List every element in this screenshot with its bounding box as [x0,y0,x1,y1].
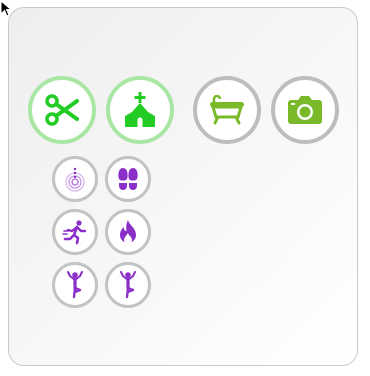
scissors-button[interactable] [28,76,96,144]
icon-picker-panel [8,7,358,366]
footprints-button[interactable] [105,156,151,202]
bathtub-icon [210,95,244,125]
yoga-pose-icon [120,271,136,299]
bathtub-button[interactable] [193,76,261,144]
church-icon [125,92,155,127]
camera-icon [288,96,322,124]
yoga-pose-icon [67,271,83,299]
scissors-icon [45,94,79,126]
footprints-icon [118,168,138,190]
running-person-icon [62,220,87,245]
yoga-button-1[interactable] [52,262,98,308]
yoga-button-2[interactable] [105,262,151,308]
radar-button[interactable] [52,156,98,202]
running-button[interactable] [52,209,98,255]
flame-icon [120,220,136,244]
flame-button[interactable] [105,209,151,255]
camera-button[interactable] [271,76,339,144]
radar-icon [65,167,85,192]
church-button[interactable] [106,76,174,144]
